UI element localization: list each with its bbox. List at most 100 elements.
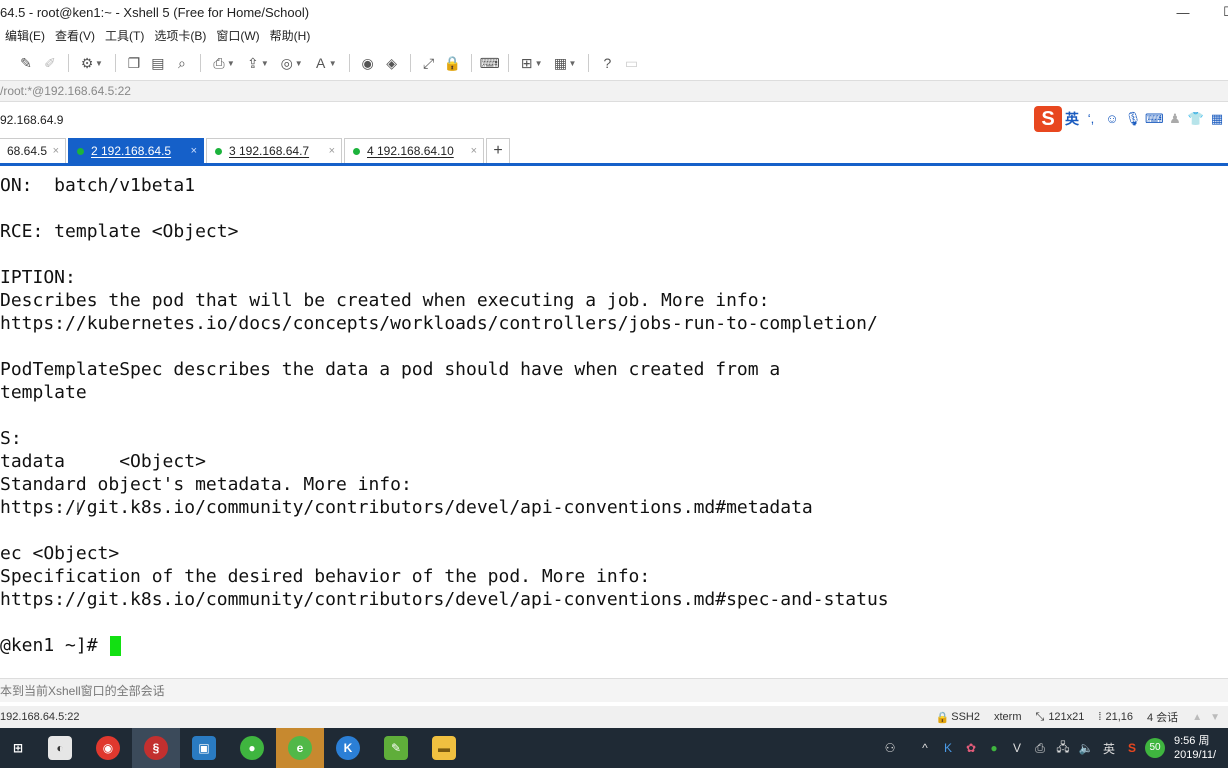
terminal[interactable]: ON: batch/v1beta1 RCE: template <Object>… [0,169,1228,674]
minimize-button[interactable]: — [1160,0,1206,24]
menu-window[interactable]: 窗口(W) [211,27,264,44]
toolbar-separator [348,54,350,72]
address-bar[interactable]: /root:*@192.168.64.5:22 [0,80,1228,102]
k-tray-icon[interactable]: K [938,741,958,755]
taskbar-app-xshell[interactable]: § [132,728,180,768]
terminal-line: https://git.k8s.io/community/contributor… [0,497,813,518]
toolbar-separator [588,54,590,72]
compose-bar[interactable]: 本到当前Xshell窗口的全部会话 [0,678,1228,702]
chevron-down-icon[interactable]: ▼ [261,59,269,68]
close-icon[interactable]: × [191,145,197,157]
chat-icon[interactable]: ▭ [619,51,643,75]
taskbar-app-chrome[interactable]: ◉ [84,728,132,768]
tab-label: 3 192.168.64.7 [229,144,310,158]
people-icon[interactable]: ⚇ [880,741,900,755]
network-icon[interactable]: 🖧 [1053,738,1073,759]
lock-icon: 🔒 [935,711,950,724]
chevron-down-icon[interactable]: ▼ [295,59,303,68]
xftp-icon[interactable]: ◉ [356,51,380,75]
close-icon[interactable]: × [53,145,59,157]
wechat-icon: ● [240,736,264,760]
status-host: 192.168.64.5:22 [0,711,80,723]
help-icon[interactable]: ? [595,51,619,75]
clock-date: 2019/11/ [1174,749,1217,761]
session-tab-bar: 68.64.5 × 2 192.168.64.5 × 3 192.168.64.… [0,138,1228,166]
lock-icon[interactable]: 🔒 [441,51,465,75]
start-button[interactable]: ⊞ [0,728,36,768]
status-sessions: 4 会话 [1147,712,1179,724]
fullscreen-icon[interactable]: ⤢ [417,51,441,75]
add-tab-button[interactable]: + [486,138,510,163]
paste-icon[interactable]: ▤ [146,51,170,75]
menu-tabs[interactable]: 选项卡(B) [149,27,211,44]
copy-icon[interactable]: ❐ [122,51,146,75]
compose-text: 本到当前Xshell窗口的全部会话 [0,684,165,698]
window-title: 64.5 - root@ken1:~ - Xshell 5 (Free for … [0,4,310,20]
close-icon[interactable]: × [471,145,477,157]
chevron-down-icon[interactable]: ▼ [329,59,337,68]
terminal-line: Describes the pod that will be created w… [0,290,770,311]
taskbar-app-k[interactable]: K [324,728,372,768]
browser-icon: e [288,736,312,760]
user-icon[interactable]: ♟ [1166,110,1184,128]
toolbar-separator [114,54,116,72]
arrow-down-icon[interactable]: ▼ [1210,712,1220,723]
tab-session-1[interactable]: 68.64.5 × [0,138,66,163]
menu-tools[interactable]: 工具(T) [100,27,149,44]
cursor-icon: ⁞ [1098,711,1102,723]
terminal-line: Standard object's metadata. More info: [0,474,412,495]
close-icon[interactable]: × [329,145,335,157]
taskbar-app-explorer[interactable]: ▬ [420,728,468,768]
sogou-logo-icon[interactable]: S [1034,106,1062,132]
vm-icon: ▣ [192,736,216,760]
microphone-icon[interactable]: 🎙 [1124,110,1142,128]
emoji-icon[interactable]: ☺ [1103,110,1121,128]
keyboard-icon[interactable]: ⌨ [478,51,502,75]
keyboard-icon[interactable]: ⌨ [1145,110,1164,128]
terminal-prompt-line: @ken1 ~]# [0,634,122,657]
cloud-icon[interactable]: ✿ [961,741,981,755]
menu-bar: 编辑(E) 查看(V) 工具(T) 选项卡(B) 窗口(W) 帮助(H) [0,24,1228,46]
maximize-button[interactable]: ☐ [1206,0,1228,24]
wechat-tray-icon[interactable]: ● [984,741,1004,755]
taskbar-app-notepad[interactable]: ✎ [372,728,420,768]
badge-icon[interactable]: 50 [1145,738,1165,758]
taskbar-app-folder[interactable]: ◐ [36,728,84,768]
chevron-down-icon[interactable]: ▼ [95,59,103,68]
volume-icon[interactable]: 🔈 [1076,741,1096,755]
clock[interactable]: 9:56 周 2019/11/ [1168,734,1228,762]
terminal-line: template [0,382,87,403]
menu-edit[interactable]: 编辑(E) [0,27,50,44]
punctuation-icon[interactable]: ‘, [1082,110,1100,128]
vmware-tray-icon[interactable]: V [1007,741,1027,755]
tab-session-2[interactable]: 2 192.168.64.5 × [68,138,204,163]
printer-tray-icon[interactable]: ⎙ [1030,741,1050,756]
taskbar-app-browser[interactable]: e [276,728,324,768]
arrow-up-icon[interactable]: ▲ [1192,712,1202,723]
terminal-line: Specification of the desired behavior of… [0,566,651,587]
text-cursor-icon: I [76,499,80,515]
session-host[interactable]: 92.168.64.9 [0,113,63,127]
find-icon[interactable]: ⌕ [170,51,194,75]
terminal-line: tadata <Object> [0,451,206,472]
tray-language[interactable]: 英 [1099,740,1119,757]
ime-language[interactable]: 英 [1065,109,1079,129]
tab-session-4[interactable]: 4 192.168.64.10 × [344,138,484,163]
menu-help[interactable]: 帮助(H) [265,27,316,44]
grid-icon[interactable]: ▦ [1208,110,1226,128]
pencil-icon[interactable]: ✎ [14,51,38,75]
menu-view[interactable]: 查看(V) [50,27,100,44]
taskbar-app-vm[interactable]: ▣ [180,728,228,768]
tab-session-3[interactable]: 3 192.168.64.7 × [206,138,342,163]
skin-icon[interactable]: 👕 [1187,110,1205,128]
chevron-down-icon[interactable]: ▼ [569,59,577,68]
taskbar-app-wechat[interactable]: ● [228,728,276,768]
chevron-down-icon[interactable]: ▼ [227,59,235,68]
eraser-icon[interactable]: ✐ [38,51,62,75]
chevron-down-icon[interactable]: ▼ [535,59,543,68]
toolbar-separator [409,54,411,72]
chevron-up-icon[interactable]: ^ [915,741,935,755]
sogou-tray-icon[interactable]: S [1122,741,1142,755]
ime-toolbar: S 英 ‘, ☺ 🎙 ⌨ ♟ 👕 ▦ [1034,106,1226,132]
script-icon[interactable]: ◈ [380,51,404,75]
